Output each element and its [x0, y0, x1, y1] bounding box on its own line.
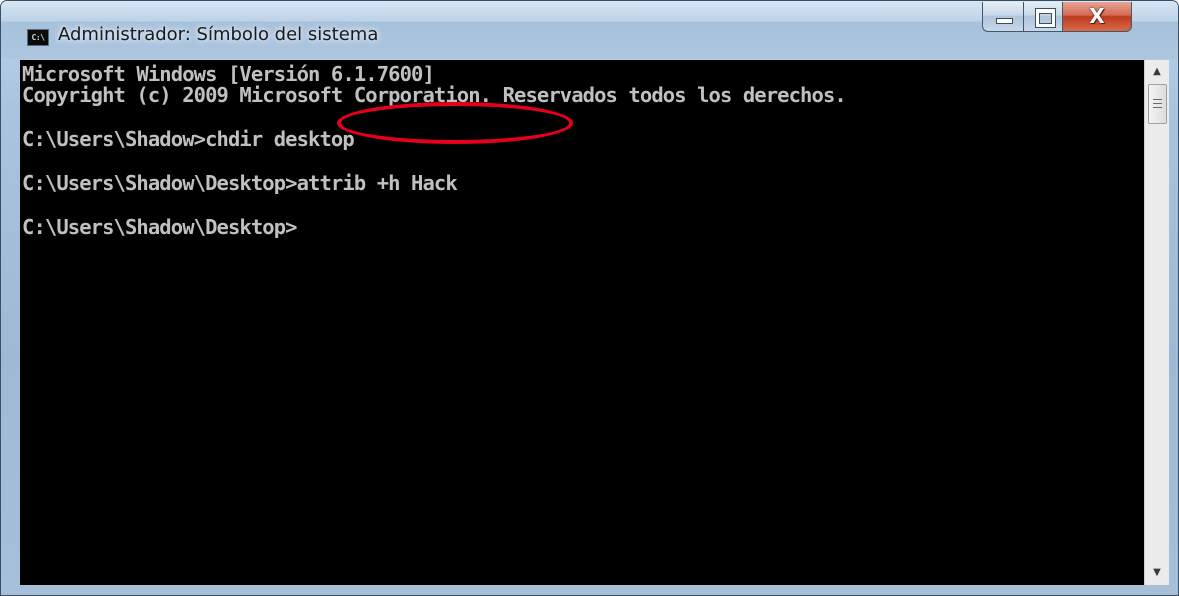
minimize-icon [996, 18, 1013, 24]
console-line-prompt: C:\Users\Shadow\Desktop> [22, 215, 298, 239]
grip-line [1153, 103, 1162, 104]
grip-line [1153, 107, 1162, 108]
console-app-icon[interactable]: C:\ [27, 29, 49, 46]
title-bar[interactable]: C:\ Administrador: Símbolo del sistema X [1, 1, 1178, 59]
command-prompt-window: C:\ Administrador: Símbolo del sistema X… [0, 0, 1179, 596]
red-highlight-ellipse [337, 102, 573, 144]
console-line-attrib: C:\Users\Shadow\Desktop>attrib +h Hack [22, 171, 458, 195]
vertical-scrollbar[interactable]: ▲ ▼ [1144, 60, 1169, 585]
console-line-version: Microsoft Windows [Versión 6.1.7600] [22, 62, 435, 86]
close-button[interactable]: X [1062, 2, 1132, 32]
scroll-down-arrow-icon[interactable]: ▼ [1145, 561, 1169, 585]
maximize-button[interactable] [1023, 2, 1063, 32]
minimize-button[interactable] [982, 2, 1024, 32]
window-bottom-border [1, 585, 1178, 595]
scroll-up-arrow-icon[interactable]: ▲ [1145, 60, 1169, 84]
grip-line [1153, 99, 1162, 100]
window-title: Administrador: Símbolo del sistema [58, 24, 379, 45]
console-output[interactable]: Microsoft Windows [Versión 6.1.7600] Copy… [20, 60, 1144, 585]
console-line-chdir: C:\Users\Shadow>chdir desktop [22, 127, 355, 151]
close-icon: X [1089, 4, 1105, 28]
scroll-thumb[interactable] [1148, 84, 1167, 124]
console-line-copyright: Copyright (c) 2009 Microsoft Corporation… [22, 83, 847, 107]
maximize-icon [1036, 9, 1055, 27]
